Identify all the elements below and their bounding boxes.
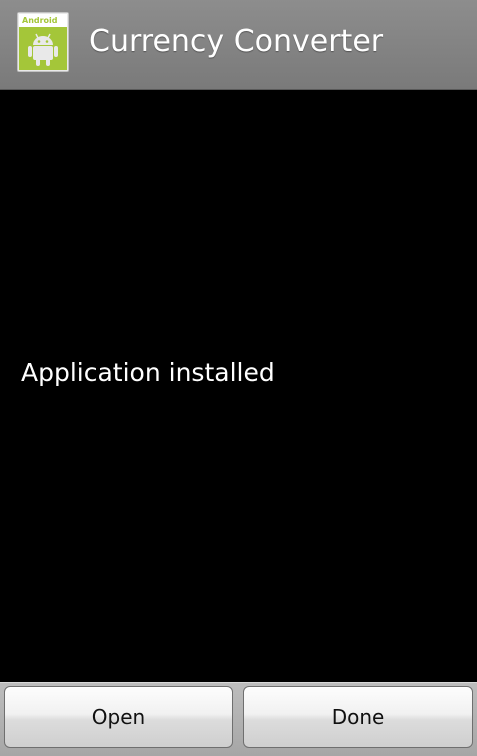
done-button[interactable]: Done <box>243 686 473 748</box>
installer-screen: Android Currency Converter Application i… <box>0 0 477 756</box>
android-app-icon: Android <box>16 11 70 73</box>
app-title: Currency Converter <box>89 24 384 59</box>
install-status-message: Application installed <box>21 358 275 387</box>
open-button[interactable]: Open <box>4 686 233 748</box>
install-status-panel: Application installed <box>0 90 477 682</box>
android-icon-label: Android <box>22 16 58 25</box>
title-bar: Android Currency Converter <box>0 0 477 90</box>
button-bar: Open Done <box>0 682 477 756</box>
